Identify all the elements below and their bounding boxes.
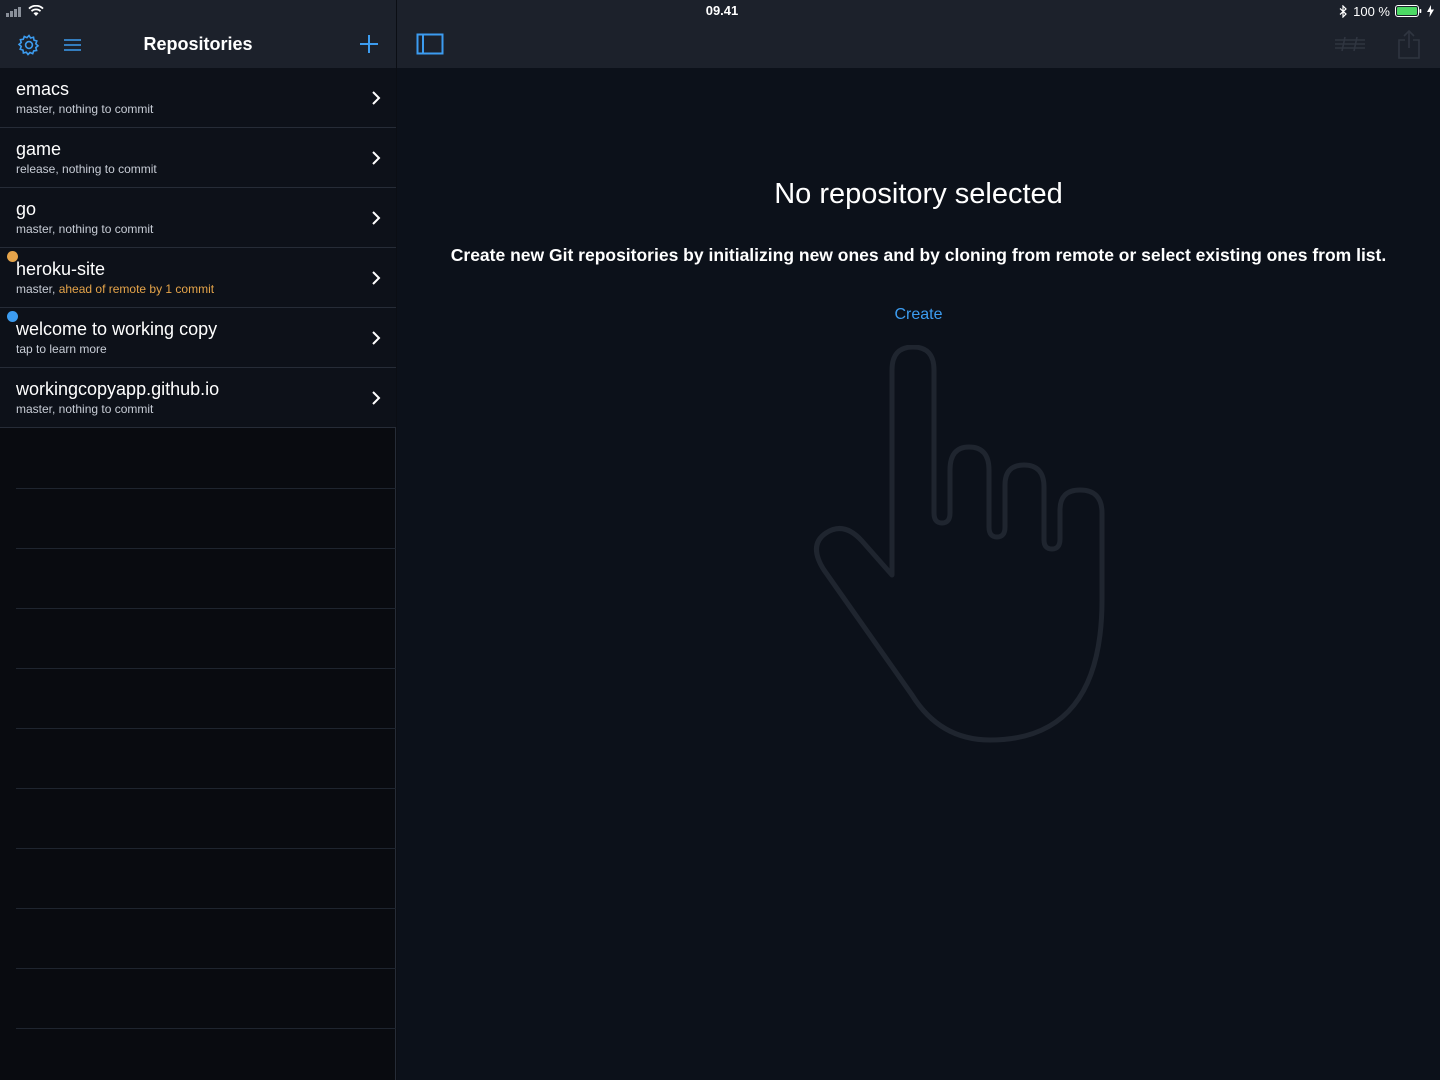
- repository-status: master, nothing to commit: [16, 102, 154, 116]
- repository-list: emacs master, nothing to commit game rel…: [0, 68, 396, 428]
- app-window: Repositories emacs master, nothing to co…: [0, 0, 1440, 1080]
- detail-header: 09.41 100 %: [397, 0, 1440, 68]
- repository-name: workingcopyapp.github.io: [16, 379, 220, 399]
- repository-status: release, nothing to commit: [16, 162, 157, 176]
- repository-row[interactable]: workingcopyapp.github.io master, nothing…: [0, 368, 396, 428]
- pointing-hand-icon: [814, 345, 1105, 743]
- sidebar-header: Repositories: [0, 0, 396, 68]
- empty-row: [16, 849, 396, 909]
- sliders-icon: [1335, 36, 1365, 52]
- empty-row: [16, 549, 396, 609]
- wifi-icon: [28, 5, 44, 16]
- create-repository-link[interactable]: Create: [894, 306, 942, 323]
- empty-row: [16, 429, 396, 489]
- repository-name: go: [16, 199, 37, 219]
- empty-row: [16, 789, 396, 849]
- repository-status: tap to learn more: [16, 342, 107, 356]
- share-icon: [1398, 29, 1420, 59]
- empty-state-title: No repository selected: [774, 178, 1063, 210]
- repository-row[interactable]: go master, nothing to commit: [0, 188, 396, 248]
- repository-row[interactable]: welcome to working copy tap to learn mor…: [0, 308, 396, 368]
- chevron-right-icon: [372, 211, 381, 225]
- add-repository-button[interactable]: [356, 31, 382, 57]
- repository-status: master, ahead of remote by 1 commit: [16, 282, 214, 296]
- repository-name: heroku-site: [16, 259, 106, 279]
- sidebar-toggle-icon: [416, 33, 444, 55]
- empty-row: [16, 609, 396, 669]
- plus-icon: [360, 35, 378, 53]
- charging-icon: [1427, 5, 1434, 17]
- repository-name: emacs: [16, 79, 70, 99]
- empty-list-rows: [0, 429, 396, 1029]
- detail-pane: 09.41 100 % No repository selected Creat…: [397, 0, 1440, 1080]
- empty-row: [16, 909, 396, 969]
- status-clock: 09.41: [705, 3, 739, 18]
- chevron-right-icon: [372, 391, 381, 405]
- status-branch: master,: [16, 282, 59, 296]
- status-right: 100 %: [1339, 3, 1434, 19]
- status-left: [6, 3, 44, 19]
- empty-state-message: Create new Git repositories by initializ…: [450, 245, 1387, 265]
- signal-icon: [6, 7, 21, 17]
- chevron-right-icon: [372, 271, 381, 285]
- bluetooth-icon: [1339, 4, 1347, 18]
- empty-row: [16, 669, 396, 729]
- battery-icon: [1395, 5, 1422, 17]
- chevron-right-icon: [372, 91, 381, 105]
- battery-percentage: 100 %: [1353, 3, 1390, 19]
- status-ahead: ahead of remote by 1 commit: [58, 282, 215, 296]
- empty-row: [16, 489, 396, 549]
- sidebar-title: Repositories: [143, 34, 253, 54]
- repository-row[interactable]: game release, nothing to commit: [0, 128, 396, 188]
- create-repository-link-row: Create: [397, 306, 1440, 324]
- repository-row[interactable]: emacs master, nothing to commit: [0, 68, 396, 128]
- toggle-sidebar-button[interactable]: [415, 31, 445, 57]
- chevron-right-icon: [372, 331, 381, 345]
- repository-status: master, nothing to commit: [16, 402, 154, 416]
- repository-status: master, nothing to commit: [16, 222, 154, 236]
- repository-name: welcome to working copy: [16, 319, 218, 339]
- repository-name: game: [16, 139, 62, 159]
- empty-row: [16, 729, 396, 789]
- sidebar: Repositories emacs master, nothing to co…: [0, 0, 396, 1080]
- chevron-right-icon: [372, 151, 381, 165]
- repository-row[interactable]: heroku-site master, ahead of remote by 1…: [0, 248, 396, 308]
- filter-button[interactable]: [1332, 32, 1368, 56]
- empty-row: [16, 969, 396, 1029]
- share-button[interactable]: [1395, 28, 1423, 60]
